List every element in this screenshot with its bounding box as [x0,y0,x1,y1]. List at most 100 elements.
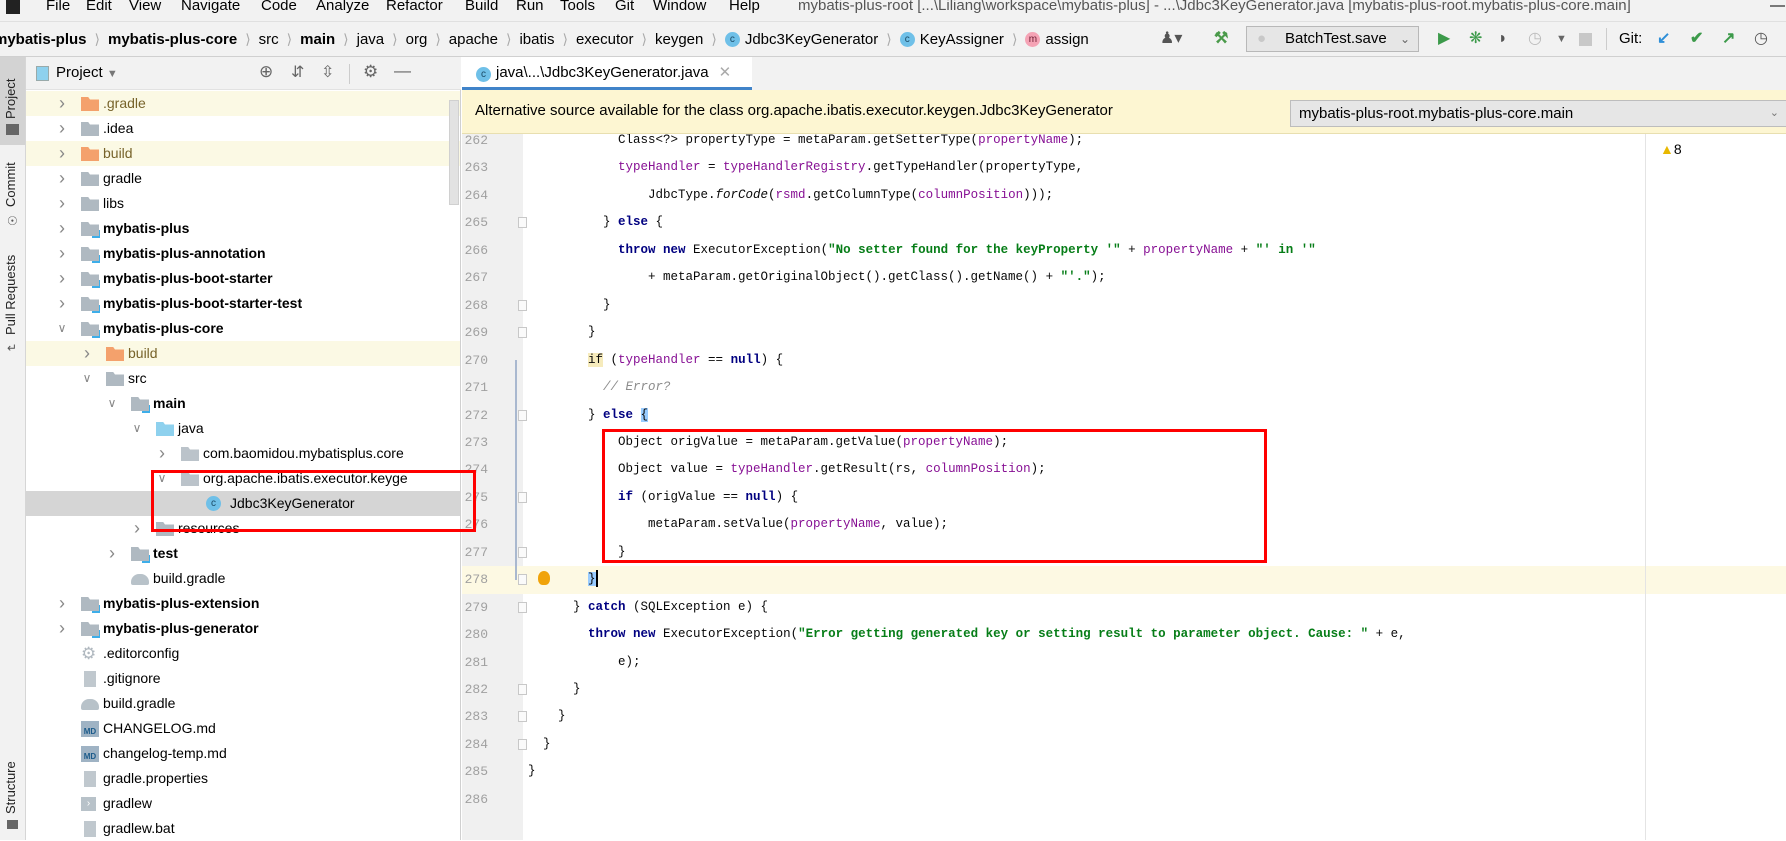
breadcrumb-item[interactable]: keygen ⟩ [655,31,725,48]
tree-item[interactable]: gradlew.bat [26,816,460,841]
line-number[interactable]: 286 [462,786,488,813]
expand-all-icon[interactable]: ⇵ [291,62,304,82]
menu-edit[interactable]: Edit [86,0,112,14]
tree-item[interactable]: gradle.properties [26,766,460,791]
fold-marker-icon[interactable] [518,684,527,695]
tree-item[interactable]: › libs [26,191,460,216]
changed-lines-marker[interactable] [515,360,517,580]
tree-item[interactable]: › mybatis-plus-generator [26,616,460,641]
code-line[interactable]: 283} [462,703,1786,730]
git-push-icon[interactable]: ↗ [1722,30,1735,48]
code-line[interactable]: 285} [462,758,1786,785]
chevron-right-icon[interactable]: › [105,541,119,566]
line-number[interactable]: 263 [462,154,488,181]
git-commit-icon[interactable]: ✔ [1690,30,1703,48]
collapse-all-icon[interactable]: ⇳ [321,62,334,82]
breadcrumb-item[interactable]: c KeyAssigner ⟩ [899,31,1026,48]
breadcrumb-item[interactable]: apache ⟩ [449,31,520,48]
line-number[interactable]: 271 [462,374,488,401]
tree-item[interactable]: build.gradle [26,691,460,716]
tree-item[interactable]: ∨ java [26,416,460,441]
tree-item[interactable]: › com.baomidou.mybatisplus.core [26,441,460,466]
tree-item[interactable]: ⚙ .editorconfig [26,641,460,666]
menu-refactor[interactable]: Refactor [386,0,443,14]
chevron-down-icon[interactable]: ∨ [105,391,119,416]
code-line[interactable]: 286 [462,786,1786,813]
fold-marker-icon[interactable] [518,574,527,586]
tree-item[interactable]: › mybatis-plus-boot-starter [26,266,460,291]
breadcrumb-item[interactable]: src ⟩ [259,31,300,48]
chevron-right-icon[interactable]: › [155,441,169,466]
code-line[interactable]: 281 e); [462,649,1786,676]
line-number[interactable]: 270 [462,347,488,374]
line-number[interactable]: 279 [462,594,488,621]
menu-run[interactable]: Run [516,0,544,14]
locate-file-icon[interactable]: ⊕ [259,62,273,82]
fold-marker-icon[interactable] [518,738,527,750]
fold-marker-icon[interactable] [518,711,527,723]
debug-icon[interactable]: ❋ [1469,30,1482,48]
tree-item[interactable]: › gradlew [26,791,460,816]
code-line[interactable]: 263 typeHandler = typeHandlerRegistry.get… [462,154,1786,181]
tree-item[interactable]: › build [26,141,460,166]
tree-item[interactable]: › gradle [26,166,460,191]
chevron-right-icon[interactable]: › [55,141,69,166]
gear-icon[interactable]: ⚙ [363,62,378,82]
line-number[interactable]: 264 [462,182,488,209]
menu-file[interactable]: File [46,0,70,14]
line-number[interactable]: 283 [462,703,488,730]
chevron-right-icon[interactable]: › [55,291,69,316]
hide-panel-icon[interactable]: — [394,61,411,81]
line-number[interactable]: 269 [462,319,488,346]
git-update-icon[interactable]: ↙ [1657,30,1670,48]
menu-help[interactable]: Help [729,0,760,14]
menu-analyze[interactable]: Analyze [316,0,369,14]
menu-window[interactable]: Window [653,0,706,14]
line-number[interactable]: 266 [462,237,488,264]
code-line[interactable]: 278} [462,566,1786,594]
code-line[interactable]: 279} catch (SQLException e) { [462,594,1786,621]
chevron-right-icon[interactable]: › [130,516,144,541]
tree-item[interactable]: › .gradle [26,91,460,116]
chevron-right-icon[interactable]: › [55,241,69,266]
lightbulb-icon[interactable] [538,571,550,586]
code-line[interactable]: 267 + metaParam.getOriginalObject().getCl… [462,264,1786,291]
chevron-right-icon[interactable]: › [55,191,69,216]
line-number[interactable]: 273 [462,429,488,456]
breadcrumb-item[interactable]: mybatis-plus-core ⟩ [108,31,259,48]
tree-item[interactable]: ∨ src [26,366,460,391]
menu-navigate[interactable]: Navigate [181,0,240,14]
chevron-down-icon[interactable]: ∨ [55,316,69,341]
project-view-selector[interactable]: Project ▼ [56,64,118,81]
tree-item[interactable]: › .idea [26,116,460,141]
chevron-right-icon[interactable]: › [55,591,69,616]
fold-marker-icon[interactable] [518,491,527,503]
tree-item[interactable]: › build [26,341,460,366]
breadcrumb-item[interactable]: java ⟩ [357,31,406,48]
menu-view[interactable]: View [129,0,161,14]
menu-code[interactable]: Code [261,0,297,14]
tree-item[interactable]: build.gradle [26,566,460,591]
breadcrumb-item[interactable]: ibatis ⟩ [519,31,576,48]
line-number[interactable]: 282 [462,676,488,703]
tree-item[interactable]: MD changelog-temp.md [26,741,460,766]
breadcrumb-item[interactable]: main ⟩ [300,31,356,48]
code-line[interactable]: 272} else { [462,402,1786,429]
stripe-tab-structure[interactable]: Structure [0,752,25,837]
code-line[interactable]: 280 throw new ExecutorException("Error ge… [462,621,1786,648]
code-line[interactable]: 271 // Error? [462,374,1786,401]
menu-build[interactable]: Build [465,0,498,14]
more-dropdown-icon[interactable]: ▼ [1556,30,1567,48]
chevron-right-icon[interactable]: › [55,216,69,241]
line-number[interactable]: 265 [462,209,488,236]
line-number[interactable]: 268 [462,292,488,319]
tree-item[interactable]: ∨ main [26,391,460,416]
line-number[interactable]: 285 [462,758,488,785]
line-number[interactable]: 272 [462,402,488,429]
fold-marker-icon[interactable] [518,601,527,613]
tree-item[interactable]: ∨ mybatis-plus-core [26,316,460,341]
tree-item[interactable]: › mybatis-plus [26,216,460,241]
breadcrumb-item[interactable]: executor ⟩ [576,31,655,48]
tree-item[interactable]: › mybatis-plus-extension [26,591,460,616]
source-module-select[interactable]: mybatis-plus-root.mybatis-plus-core.main… [1290,100,1786,127]
